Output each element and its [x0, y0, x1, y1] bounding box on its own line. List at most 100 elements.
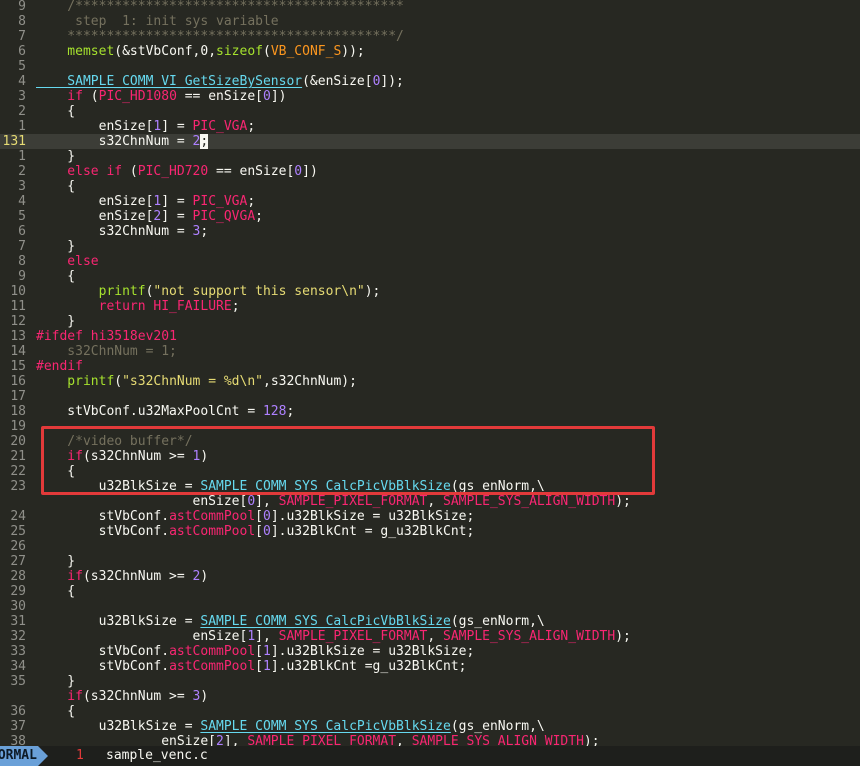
code-text: enSize[2], SAMPLE_PIXEL_FORMAT, SAMPLE_S…	[36, 734, 599, 746]
code-line[interactable]: 17	[0, 389, 860, 404]
code-token: printf	[36, 374, 115, 389]
code-line[interactable]: 21 if(s32ChnNum >= 1)	[0, 449, 860, 464]
code-line[interactable]: 29 {	[0, 584, 860, 599]
code-text: printf("not support this sensor\n");	[36, 284, 381, 299]
code-token: stVbConf.	[36, 524, 170, 539]
code-token: s32ChnNum = 1;	[36, 344, 177, 359]
code-token: PIC_HD720	[137, 164, 209, 179]
code-text: step 1: init sys variable	[36, 14, 279, 29]
code-text: stVbConf.astCommPool[1].u32BlkSize = u32…	[36, 644, 475, 659]
code-token: 1	[247, 629, 256, 644]
code-line[interactable]: enSize[0], SAMPLE_PIXEL_FORMAT, SAMPLE_S…	[0, 494, 860, 509]
code-line[interactable]: 37 u32BlkSize = SAMPLE_COMM_SYS_CalcPicV…	[0, 719, 860, 734]
code-token: )	[200, 569, 209, 584]
code-line[interactable]: 18 stVbConf.u32MaxPoolCnt = 128;	[0, 404, 860, 419]
code-line[interactable]: 10 printf("not support this sensor\n");	[0, 284, 860, 299]
code-token: ;	[255, 209, 263, 224]
code-line[interactable]: 15 #endif	[0, 359, 860, 374]
code-token: astCommPool	[169, 659, 256, 674]
code-text: return HI_FAILURE;	[36, 299, 240, 314]
code-text: enSize[0], SAMPLE_PIXEL_FORMAT, SAMPLE_S…	[36, 494, 631, 509]
code-line[interactable]: 25 stVbConf.astCommPool[0].u32BlkCnt = g…	[0, 524, 860, 539]
code-token: enSize[	[36, 629, 248, 644]
code-token: {	[36, 269, 76, 284]
code-token: [	[255, 524, 263, 539]
code-line[interactable]: 32 enSize[1], SAMPLE_PIXEL_FORMAT, SAMPL…	[0, 629, 860, 644]
code-token: return	[36, 299, 146, 314]
code-line[interactable]: 3 {	[0, 179, 860, 194]
code-line[interactable]: 24 stVbConf.astCommPool[0].u32BlkSize = …	[0, 509, 860, 524]
code-line[interactable]: 2 {	[0, 104, 860, 119]
code-token: /***************************************…	[36, 0, 404, 14]
code-line[interactable]: 5	[0, 59, 860, 74]
code-line[interactable]: 30	[0, 599, 860, 614]
line-number: 10	[10, 284, 26, 299]
line-number: 6	[18, 224, 26, 239]
code-line[interactable]: 19	[0, 419, 860, 434]
code-line[interactable]: 11 return HI_FAILURE;	[0, 299, 860, 314]
code-token: 0	[263, 89, 271, 104]
code-line[interactable]: 8 else	[0, 254, 860, 269]
code-token: PIC_VGA	[192, 194, 248, 209]
code-line[interactable]: 2 else if (PIC_HD720 == enSize[0])	[0, 164, 860, 179]
code-text: }	[36, 314, 75, 329]
code-token: ,	[396, 734, 412, 746]
code-text: stVbConf.astCommPool[1].u32BlkCnt =g_u32…	[36, 659, 467, 674]
code-line[interactable]: 23 u32BlkSize = SAMPLE_COMM_SYS_CalcPicV…	[0, 479, 860, 494]
code-line[interactable]: if(s32ChnNum >= 3)	[0, 689, 860, 704]
code-line[interactable]: 33 stVbConf.astCommPool[1].u32BlkSize = …	[0, 644, 860, 659]
code-text: memset(&stVbConf,0,sizeof(VB_CONF_S));	[36, 44, 364, 59]
code-text: s32ChnNum = 2;	[36, 134, 209, 149]
code-token: ],	[223, 734, 248, 746]
code-line[interactable]: 6 s32ChnNum = 3;	[0, 224, 860, 239]
line-number: 3	[18, 89, 26, 104]
code-line[interactable]: 16 printf("s32ChnNum = %d\n",s32ChnNum);	[0, 374, 860, 389]
code-line[interactable]: 7 **************************************…	[0, 29, 860, 44]
code-token: [	[255, 659, 263, 674]
code-line[interactable]: 1 enSize[1] = PIC_VGA;	[0, 119, 860, 134]
code-token: else if	[36, 164, 123, 179]
code-line[interactable]: 6 memset(&stVbConf,0,sizeof(VB_CONF_S));	[0, 44, 860, 59]
code-token: ] =	[161, 119, 193, 134]
code-line[interactable]: 36 {	[0, 704, 860, 719]
code-token: 0	[262, 509, 271, 524]
code-line[interactable]: 4 enSize[1] = PIC_VGA;	[0, 194, 860, 209]
code-line[interactable]: 5 enSize[2] = PIC_QVGA;	[0, 209, 860, 224]
code-line[interactable]: 3 if (PIC_HD1080 == enSize[0])	[0, 89, 860, 104]
error-count[interactable]: 1	[76, 746, 84, 766]
code-line[interactable]: 20 /*video buffer*/	[0, 434, 860, 449]
code-line[interactable]: 27 }	[0, 554, 860, 569]
code-token: ],	[255, 494, 279, 509]
line-number: 28	[10, 569, 26, 584]
code-line[interactable]: 4 SAMPLE_COMM_VI_GetSizeBySensor(&enSize…	[0, 74, 860, 89]
line-number: 36	[10, 704, 26, 719]
code-token: (&enSize[	[302, 74, 373, 89]
code-token: (s32ChnNum >=	[82, 689, 193, 704]
code-line[interactable]: 9 {	[0, 269, 860, 284]
code-token: (	[263, 44, 271, 59]
code-line[interactable]: 7 }	[0, 239, 860, 254]
code-line[interactable]: 22 {	[0, 464, 860, 479]
code-line[interactable]: 8 step 1: init sys variable	[0, 14, 860, 29]
code-line[interactable]: 34 stVbConf.astCommPool[1].u32BlkCnt =g_…	[0, 659, 860, 674]
code-editor[interactable]: 9 /*************************************…	[0, 0, 860, 746]
code-line[interactable]: 12 }	[0, 314, 860, 329]
line-number: 6	[18, 44, 26, 59]
line-number: 37	[10, 719, 26, 734]
line-number: 20	[10, 434, 26, 449]
text-cursor: ;	[200, 134, 209, 149]
code-line[interactable]: 131 s32ChnNum = 2;	[0, 134, 860, 149]
code-line[interactable]: 13 #ifdef hi3518ev201	[0, 329, 860, 344]
code-token: s32ChnNum =	[36, 134, 193, 149]
file-name: sample_venc.c	[106, 748, 208, 763]
code-token: (s32ChnNum >=	[82, 569, 193, 584]
code-line[interactable]: 35 }	[0, 674, 860, 689]
code-line[interactable]: 26	[0, 539, 860, 554]
code-line[interactable]: 14 s32ChnNum = 1;	[0, 344, 860, 359]
code-line[interactable]: 28 if(s32ChnNum >= 2)	[0, 569, 860, 584]
code-line[interactable]: 31 u32BlkSize = SAMPLE_COMM_SYS_CalcPicV…	[0, 614, 860, 629]
code-line[interactable]: 38 enSize[2], SAMPLE_PIXEL_FORMAT, SAMPL…	[0, 734, 860, 746]
code-token: PIC_QVGA	[192, 209, 256, 224]
code-line[interactable]: 9 /*************************************…	[0, 0, 860, 14]
code-line[interactable]: 1 }	[0, 149, 860, 164]
